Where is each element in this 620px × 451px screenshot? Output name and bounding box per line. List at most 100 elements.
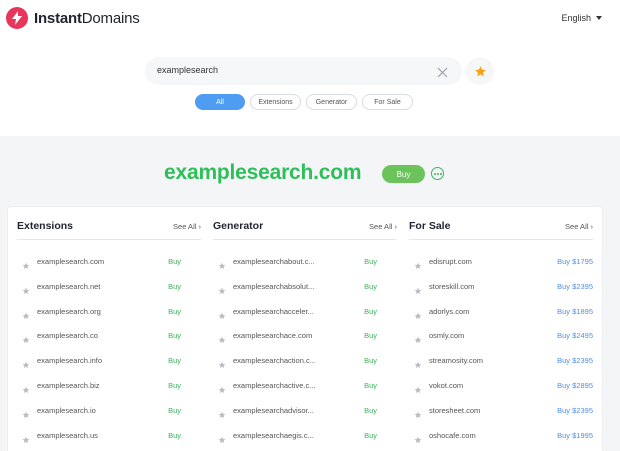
star-icon[interactable] [414, 307, 422, 325]
see-all-link[interactable]: See All › [173, 222, 201, 231]
domain-name[interactable]: examplesearchace.com [233, 331, 312, 340]
lightning-logo-icon [6, 7, 28, 29]
domain-name[interactable]: examplesearch.org [37, 307, 101, 316]
buy-link[interactable]: Buy [168, 431, 181, 440]
star-icon[interactable] [218, 307, 226, 325]
star-icon[interactable] [22, 257, 30, 275]
buy-link[interactable]: Buy [364, 356, 377, 365]
star-icon[interactable] [22, 307, 30, 325]
buy-link[interactable]: Buy [364, 331, 377, 340]
star-icon[interactable] [414, 282, 422, 300]
domain-name[interactable]: examplesearch.biz [37, 381, 100, 390]
buy-link[interactable]: Buy [168, 381, 181, 390]
domain-name[interactable]: examplesearchabsolut... [233, 282, 314, 291]
result-row: examplesearchaegis.c... Buy [213, 429, 397, 443]
domain-name[interactable]: examplesearchabout.c... [233, 257, 315, 266]
result-row: examplesearchace.com Buy [213, 329, 397, 344]
star-icon[interactable] [414, 431, 422, 449]
search-input[interactable]: examplesearch [145, 57, 462, 85]
domain-name[interactable]: storeskill.com [429, 282, 474, 291]
buy-price-link[interactable]: Buy $1995 [557, 431, 593, 440]
column-title: Generator [213, 220, 264, 232]
domain-name[interactable]: examplesearch.net [37, 282, 100, 291]
buy-price-link[interactable]: Buy $1895 [557, 307, 593, 316]
buy-link[interactable]: Buy [364, 257, 377, 266]
buy-price-link[interactable]: Buy $2395 [557, 282, 593, 291]
star-icon[interactable] [414, 406, 422, 424]
domain-name[interactable]: examplesearchaction.c... [233, 356, 316, 365]
buy-price-link[interactable]: Buy $1795 [557, 257, 593, 266]
domain-name[interactable]: examplesearchacceler... [233, 307, 314, 316]
buy-price-link[interactable]: Buy $2395 [557, 356, 593, 365]
result-row: edisrupt.com Buy $1795 [409, 255, 593, 269]
result-row: examplesearchactive.c... Buy [213, 379, 397, 393]
results-card: Extensions See All › examplesearch.com Bu… [7, 206, 603, 451]
domain-name[interactable]: examplesearchactive.c... [233, 381, 316, 390]
star-icon[interactable] [218, 356, 226, 374]
hero-domain: examplesearch.com [164, 161, 362, 184]
filter-extensions[interactable]: Extensions [250, 94, 301, 110]
filter-generator[interactable]: Generator [306, 94, 357, 110]
filter-for-sale[interactable]: For Sale [362, 94, 413, 110]
star-icon[interactable] [414, 356, 422, 374]
favorites-button[interactable] [466, 57, 494, 85]
star-icon [474, 65, 486, 76]
domain-name[interactable]: examplesearchaegis.c... [233, 431, 314, 440]
star-icon[interactable] [22, 381, 30, 399]
domain-name[interactable]: osmly.com [429, 331, 464, 340]
star-icon[interactable] [22, 431, 30, 449]
domain-name[interactable]: adorlys.com [429, 307, 469, 316]
buy-link[interactable]: Buy [364, 282, 377, 291]
buy-price-link[interactable]: Buy $2395 [557, 406, 593, 415]
star-icon[interactable] [218, 381, 226, 399]
domain-name[interactable]: examplesearch.info [37, 356, 102, 365]
star-icon[interactable] [218, 406, 226, 424]
domain-name[interactable]: examplesearchadvisor... [233, 406, 314, 415]
star-icon[interactable] [218, 331, 226, 349]
domain-name[interactable]: examplesearch.us [37, 431, 98, 440]
language-selector[interactable]: English [561, 13, 602, 23]
star-icon[interactable] [22, 331, 30, 349]
star-icon[interactable] [414, 381, 422, 399]
star-icon[interactable] [218, 257, 226, 275]
star-icon[interactable] [22, 356, 30, 374]
buy-link[interactable]: Buy [168, 282, 181, 291]
buy-link[interactable]: Buy [168, 356, 181, 365]
star-icon[interactable] [414, 257, 422, 275]
column-title: For Sale [409, 220, 451, 232]
domain-name[interactable]: storesheet.com [429, 406, 480, 415]
domain-name[interactable]: edisrupt.com [429, 257, 472, 266]
more-options-icon[interactable] [431, 167, 444, 180]
buy-price-link[interactable]: Buy $2895 [557, 381, 593, 390]
buy-price-link[interactable]: Buy $2495 [557, 331, 593, 340]
result-row: examplesearch.io Buy [17, 404, 201, 418]
star-icon[interactable] [22, 282, 30, 300]
buy-link[interactable]: Buy [364, 431, 377, 440]
domain-name[interactable]: oshocafe.com [429, 431, 476, 440]
buy-link[interactable]: Buy [168, 331, 181, 340]
domain-name[interactable]: examplesearch.com [37, 257, 104, 266]
hero-buy-button[interactable]: Buy [382, 165, 425, 183]
see-all-link[interactable]: See All › [565, 222, 593, 231]
buy-link[interactable]: Buy [364, 381, 377, 390]
result-row: examplesearchacceler... Buy [213, 305, 397, 319]
domain-name[interactable]: examplesearch.io [37, 406, 96, 415]
domain-name[interactable]: streamosity.com [429, 356, 483, 365]
star-icon[interactable] [218, 431, 226, 449]
logo[interactable]: InstantDomains [6, 7, 140, 29]
buy-link[interactable]: Buy [364, 406, 377, 415]
buy-link[interactable]: Buy [364, 307, 377, 316]
column-header: Generator See All › [213, 220, 397, 240]
buy-link[interactable]: Buy [168, 406, 181, 415]
star-icon[interactable] [218, 282, 226, 300]
domain-name[interactable]: examplesearch.co [37, 331, 98, 340]
star-icon[interactable] [414, 331, 422, 349]
result-row: streamosity.com Buy $2395 [409, 354, 593, 369]
buy-link[interactable]: Buy [168, 307, 181, 316]
see-all-link[interactable]: See All › [369, 222, 397, 231]
domain-name[interactable]: vokot.com [429, 381, 463, 390]
star-icon[interactable] [22, 406, 30, 424]
close-icon[interactable] [437, 65, 448, 83]
buy-link[interactable]: Buy [168, 257, 181, 266]
filter-all[interactable]: All [195, 94, 245, 110]
